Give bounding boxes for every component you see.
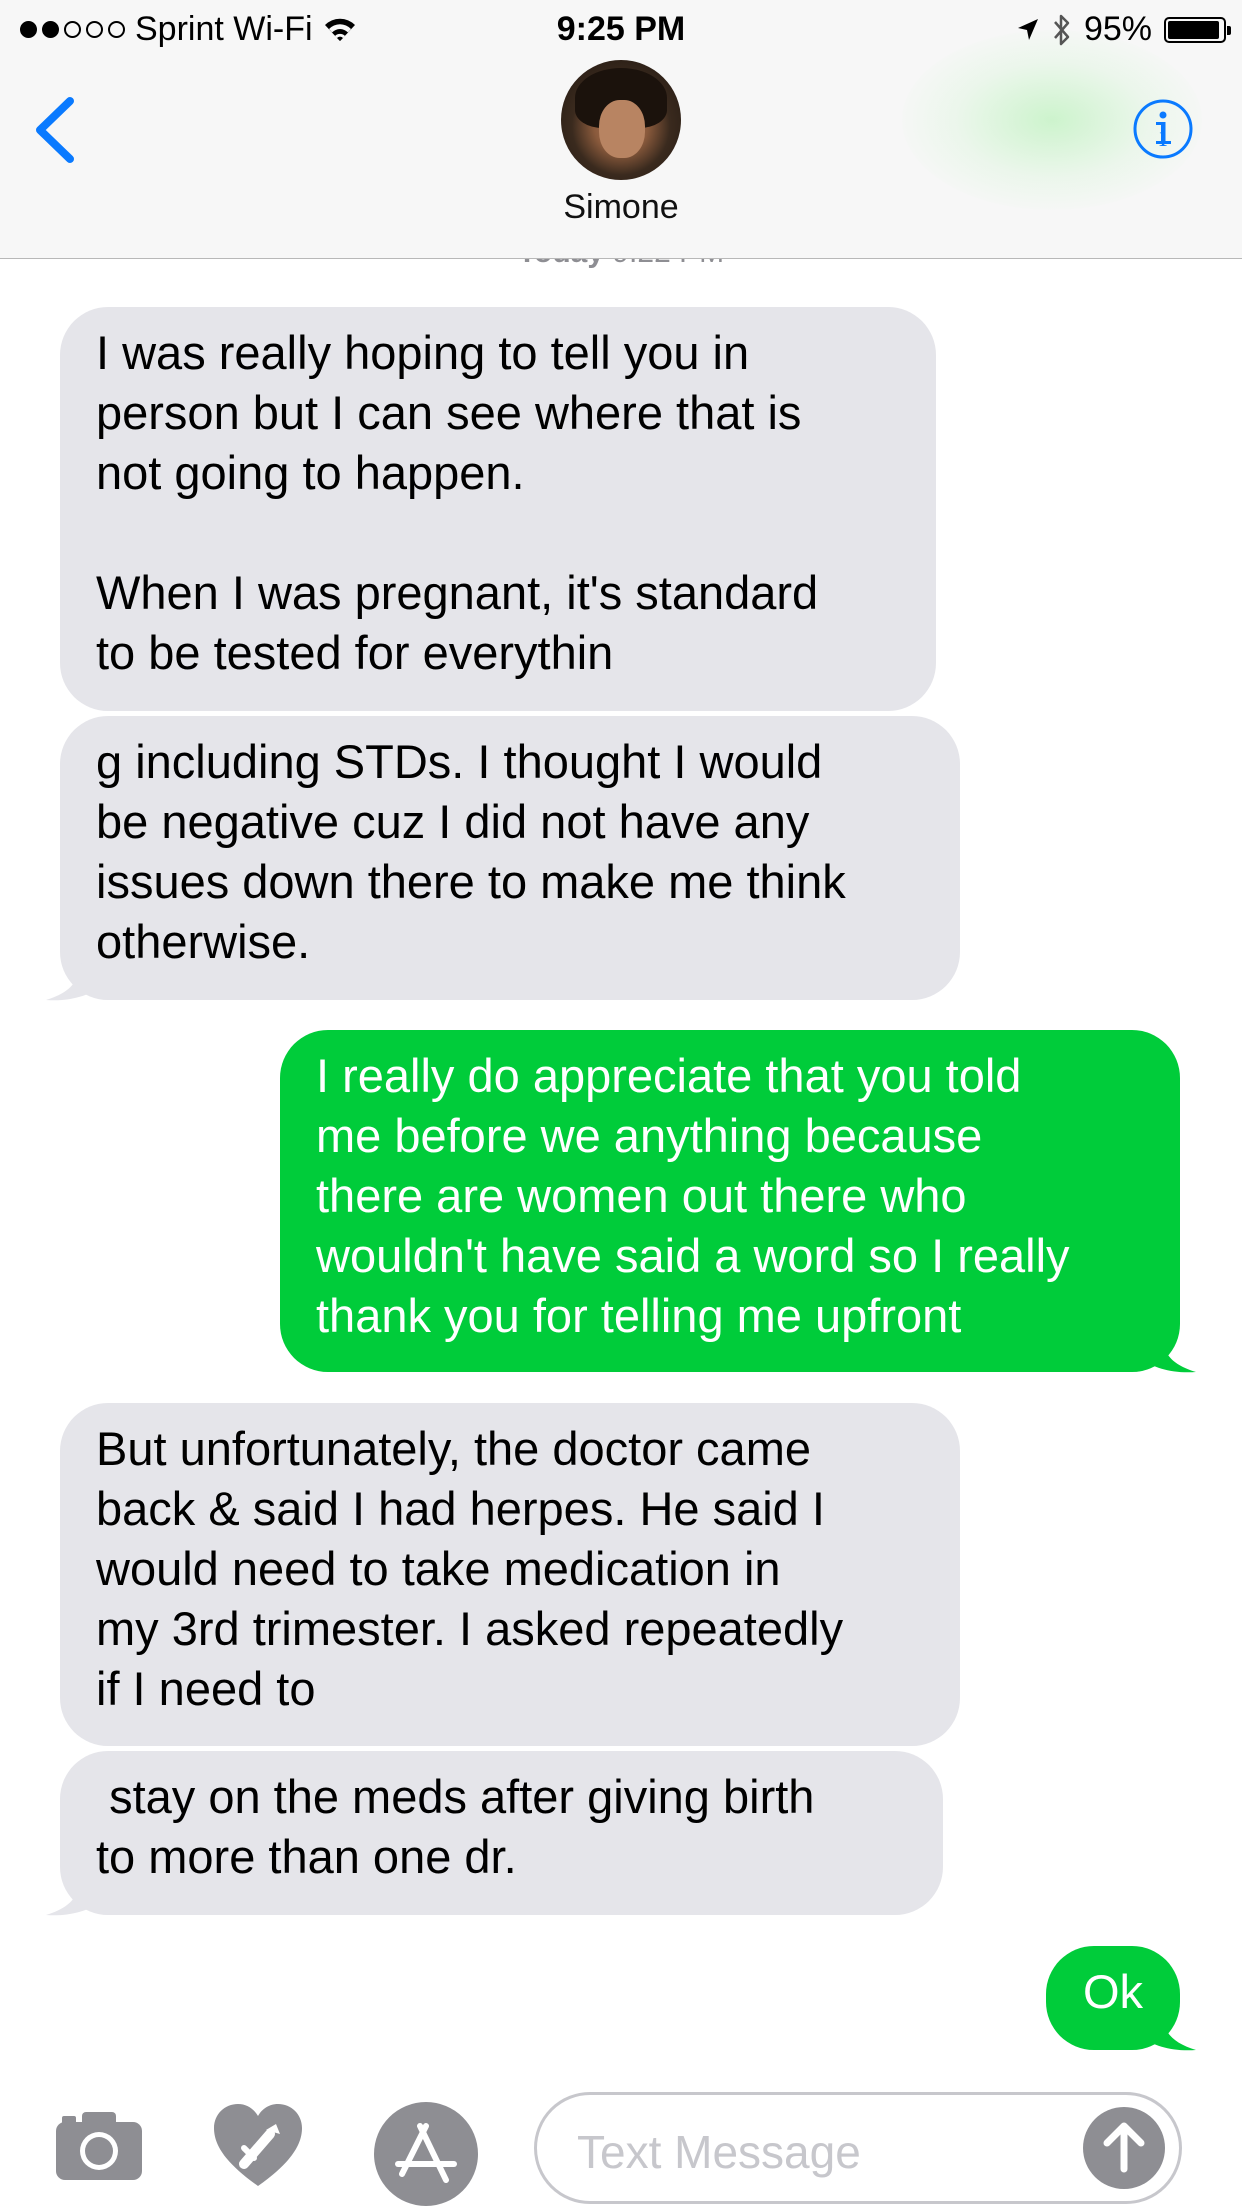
- camera-icon[interactable]: [56, 2110, 142, 2180]
- app-store-icon[interactable]: [374, 2102, 478, 2206]
- info-icon[interactable]: ı: [1132, 98, 1194, 160]
- bubble-tail: [46, 1865, 102, 1916]
- message-bubble-received[interactable]: I was really hoping to tell you in perso…: [60, 307, 936, 711]
- digital-touch-heart-icon[interactable]: [214, 2104, 302, 2190]
- back-chevron-icon[interactable]: [30, 95, 80, 165]
- battery-icon: [1164, 16, 1231, 43]
- battery-percent: 95%: [1083, 10, 1152, 48]
- message-bubble-received[interactable]: g including STDs. I thought I would be n…: [60, 716, 960, 1000]
- bubble-tail: [1140, 2000, 1196, 2051]
- message-composer: Text Message: [0, 2080, 1242, 2208]
- send-arrow-icon: [1103, 2122, 1145, 2173]
- message-input-placeholder: Text Message: [577, 2126, 861, 2178]
- message-bubble-received[interactable]: stay on the meds after giving birth to m…: [60, 1751, 943, 1915]
- bubble-tail: [1140, 1322, 1196, 1373]
- message-bubble-received[interactable]: But unfortunately, the doctor came back …: [60, 1403, 960, 1746]
- status-bar: Sprint Wi-Fi 9:25 PM 95%: [0, 0, 1242, 60]
- send-button[interactable]: [1083, 2107, 1165, 2189]
- message-input[interactable]: Text Message: [534, 2092, 1182, 2204]
- bubble-tail: [46, 950, 102, 1001]
- contact-name[interactable]: Simone: [0, 188, 1242, 227]
- bluetooth-icon: [1053, 14, 1070, 45]
- location-icon: [1017, 18, 1038, 40]
- contact-avatar[interactable]: [561, 60, 681, 180]
- message-bubble-sent[interactable]: I really do appreciate that you told me …: [280, 1030, 1180, 1372]
